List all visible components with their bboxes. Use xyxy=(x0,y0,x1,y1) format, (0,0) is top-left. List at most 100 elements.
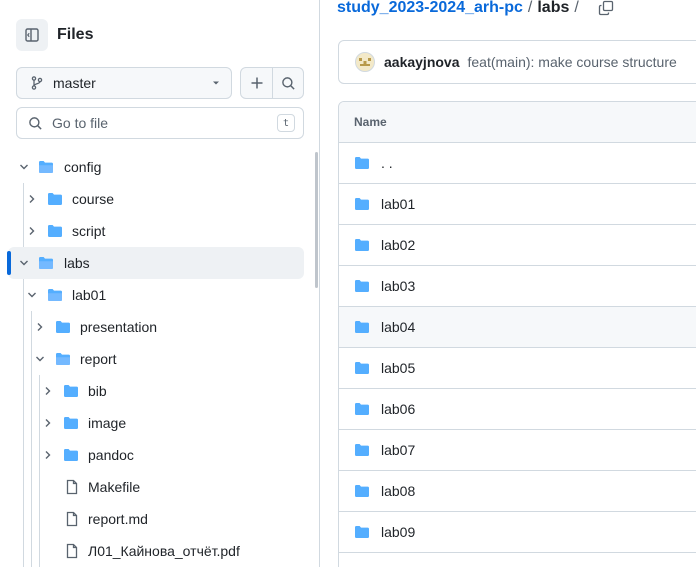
tree-item-report-md[interactable]: report.md xyxy=(0,503,312,535)
table-row-parent-directory[interactable]: . . xyxy=(339,143,696,184)
search-icon xyxy=(29,116,42,130)
file-name-link[interactable]: lab04 xyxy=(381,319,415,335)
file-name-link[interactable]: lab06 xyxy=(381,401,415,417)
tree-item-pandoc[interactable]: pandoc xyxy=(0,439,312,471)
sidebar-action-group xyxy=(240,67,304,99)
breadcrumb-separator: / xyxy=(574,0,579,16)
collapse-sidebar-button[interactable] xyxy=(16,19,48,51)
file-name-link[interactable]: lab05 xyxy=(381,360,415,376)
file-icon xyxy=(66,479,78,495)
chevron-right-icon[interactable] xyxy=(26,225,38,237)
folder-icon xyxy=(355,239,369,251)
folder-icon xyxy=(355,403,369,415)
commit-message[interactable]: feat(main): make course structure xyxy=(468,54,677,70)
sidebar-scrollbar[interactable] xyxy=(315,152,318,288)
chevron-down-icon[interactable] xyxy=(26,289,38,301)
copy-path-button[interactable] xyxy=(598,0,614,16)
folder-icon xyxy=(355,444,369,456)
tree-item-bib[interactable]: bib xyxy=(0,375,312,407)
avatar-identicon xyxy=(359,58,371,66)
folder-open-icon xyxy=(48,289,62,301)
branch-controls: master xyxy=(16,67,304,99)
table-row[interactable]: lab06 xyxy=(339,389,696,430)
tree-item-lab01[interactable]: lab01 xyxy=(0,279,312,311)
chevron-right-icon[interactable] xyxy=(34,321,46,333)
folder-icon xyxy=(355,198,369,210)
sidebar-collapse-icon xyxy=(25,28,39,42)
chevron-right-icon[interactable] xyxy=(42,417,54,429)
folder-open-icon xyxy=(56,353,70,365)
folder-icon xyxy=(355,485,369,497)
tree-item-label: course xyxy=(72,191,115,207)
file-tree: config course script labs lab01 presenta… xyxy=(0,151,312,567)
table-row[interactable]: lab03 xyxy=(339,266,696,307)
folder-open-icon xyxy=(39,161,53,173)
file-name-link[interactable]: lab03 xyxy=(381,278,415,294)
tree-item-config[interactable]: config xyxy=(0,151,312,183)
table-row[interactable] xyxy=(339,553,696,567)
breadcrumb-repo-link[interactable]: study_2023-2024_arh-pc xyxy=(337,0,523,17)
table-row[interactable]: lab04 xyxy=(339,307,696,348)
table-row[interactable]: lab05 xyxy=(339,348,696,389)
tree-item-makefile[interactable]: Makefile xyxy=(0,471,312,503)
table-row[interactable]: lab01 xyxy=(339,184,696,225)
tree-item-presentation[interactable]: presentation xyxy=(0,311,312,343)
folder-icon xyxy=(355,280,369,292)
tree-item-image[interactable]: image xyxy=(0,407,312,439)
chevron-down-icon[interactable] xyxy=(18,257,30,269)
folder-icon xyxy=(64,385,78,397)
tree-item-course[interactable]: course xyxy=(0,183,312,215)
chevron-right-icon[interactable] xyxy=(42,449,54,461)
table-row[interactable]: lab02 xyxy=(339,225,696,266)
file-name-link[interactable]: . . xyxy=(381,155,393,171)
tree-item-label: labs xyxy=(64,255,90,271)
commit-author[interactable]: aakayjnova xyxy=(384,54,460,70)
copy-icon xyxy=(598,0,613,16)
chevron-right-icon[interactable] xyxy=(26,193,38,205)
tree-item-label: presentation xyxy=(80,319,158,335)
column-header-name: Name xyxy=(339,102,696,143)
chevron-down-icon[interactable] xyxy=(34,353,46,365)
folder-icon xyxy=(355,362,369,374)
add-file-button[interactable] xyxy=(241,68,272,98)
branch-selector[interactable]: master xyxy=(16,67,232,99)
tree-item-label: config xyxy=(64,159,102,175)
tree-item-label: pandoc xyxy=(88,447,134,463)
file-name-link[interactable]: lab02 xyxy=(381,237,415,253)
main-content: study_2023-2024_arh-pc / labs / aakayjno… xyxy=(321,0,696,567)
tree-item-report-pdf[interactable]: Л01_Кайнова_отчёт.pdf xyxy=(0,535,312,567)
tree-item-report[interactable]: report xyxy=(0,343,312,375)
sidebar-title: Files xyxy=(57,26,94,43)
folder-icon xyxy=(56,321,70,333)
go-to-file-input[interactable]: Go to file t xyxy=(16,107,304,139)
avatar[interactable] xyxy=(355,52,375,72)
tree-item-label: bib xyxy=(88,383,107,399)
folder-icon xyxy=(64,417,78,429)
table-row[interactable]: lab08 xyxy=(339,471,696,512)
breadcrumb-current: labs xyxy=(537,0,570,16)
folder-open-icon xyxy=(39,257,53,269)
tree-item-label: Л01_Кайнова_отчёт.pdf xyxy=(88,543,240,559)
tree-item-labs[interactable]: labs xyxy=(7,247,304,279)
search-files-button[interactable] xyxy=(272,68,303,98)
sidebar-header: Files xyxy=(16,19,93,51)
file-name-link[interactable]: lab09 xyxy=(381,524,415,540)
file-name-link[interactable]: lab01 xyxy=(381,196,415,212)
file-name-link[interactable]: lab07 xyxy=(381,442,415,458)
table-row[interactable]: lab07 xyxy=(339,430,696,471)
file-name-link[interactable]: lab08 xyxy=(381,483,415,499)
tree-item-label: script xyxy=(72,223,106,239)
file-icon xyxy=(66,543,78,559)
tree-item-label: lab01 xyxy=(72,287,107,303)
folder-icon xyxy=(355,321,369,333)
folder-icon xyxy=(48,193,62,205)
search-icon xyxy=(281,76,295,90)
keyboard-shortcut-hint: t xyxy=(277,114,295,132)
chevron-right-icon[interactable] xyxy=(42,385,54,397)
breadcrumb-separator: / xyxy=(527,0,533,16)
active-indicator xyxy=(7,251,11,275)
tree-item-script[interactable]: script xyxy=(0,215,312,247)
folder-icon xyxy=(64,449,78,461)
chevron-down-icon[interactable] xyxy=(18,161,30,173)
table-row[interactable]: lab09 xyxy=(339,512,696,553)
